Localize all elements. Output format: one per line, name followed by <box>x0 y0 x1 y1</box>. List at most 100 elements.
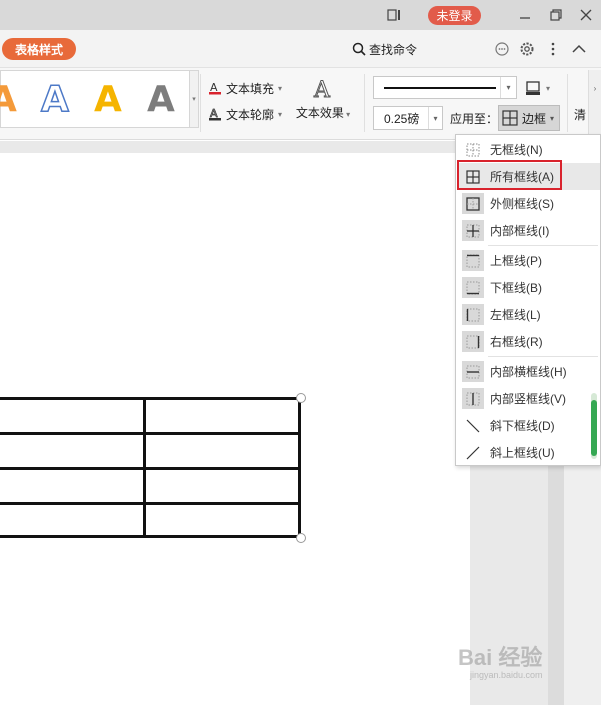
tab-table-style[interactable]: 表格样式 <box>2 38 76 60</box>
clear-button[interactable]: 清 <box>574 106 586 123</box>
menu-item-label: 无框线(N) <box>490 143 543 157</box>
apply-to-label: 应用至： <box>450 112 499 126</box>
menu-item-label: 下框线(B) <box>490 281 542 295</box>
table-border <box>0 397 301 400</box>
table-border <box>298 397 301 538</box>
bottom-border-icon <box>462 277 484 298</box>
collapse-ribbon-icon[interactable] <box>569 39 589 59</box>
border-label: 边框 <box>522 111 547 126</box>
text-outline-label: 文本轮廓 <box>226 107 275 122</box>
menu-item-label: 外侧框线(S) <box>490 197 554 211</box>
no-border-icon <box>462 139 484 160</box>
menu-separator <box>488 356 598 357</box>
text-outline-button[interactable]: A 文本轮廓 ▾ <box>208 104 282 124</box>
menu-item-top-border[interactable]: 上框线(P) <box>457 247 600 274</box>
title-bar: 未登录 <box>0 0 601 30</box>
text-effect-button[interactable]: A 文本效果 ▾ <box>292 76 354 121</box>
watermark: Bai 经验 jingyan.baidu.com <box>458 640 543 680</box>
art-style-yellow[interactable]: A <box>94 79 122 120</box>
art-text-gallery[interactable]: A A A A <box>0 70 190 128</box>
left-border-icon <box>462 304 484 325</box>
more-icon[interactable] <box>543 39 563 59</box>
menu-scrollbar-thumb[interactable] <box>591 400 597 456</box>
resize-handle[interactable] <box>296 393 306 403</box>
minimize-icon[interactable] <box>516 6 534 24</box>
line-color-button[interactable]: ▾ <box>525 77 561 99</box>
menu-item-outside-borders[interactable]: 外侧框线(S) <box>457 190 600 217</box>
art-style-blue-outline[interactable]: A <box>40 78 69 121</box>
comment-icon[interactable] <box>492 39 512 59</box>
art-style-gray[interactable]: A <box>147 79 175 120</box>
border-button[interactable]: 边框 ▾ <box>498 105 560 131</box>
text-effect-icon: A <box>292 76 354 104</box>
menu-item-label: 右框线(R) <box>490 335 543 349</box>
right-border-icon <box>462 331 484 352</box>
divider <box>364 74 365 132</box>
text-outline-icon: A <box>209 107 221 121</box>
art-style-orange[interactable]: A <box>0 79 17 120</box>
chevron-down-icon: ▾ <box>278 83 283 93</box>
svg-text:A: A <box>313 78 331 102</box>
chevron-down-icon[interactable]: ▾ <box>500 77 516 98</box>
text-fill-button[interactable]: A 文本填充 ▾ <box>208 78 282 98</box>
search-command-label: 查找命令 <box>369 42 418 57</box>
search-command[interactable]: 查找命令 <box>352 39 417 59</box>
menu-item-inside-borders[interactable]: 内部框线(I) <box>457 217 600 244</box>
table-border <box>143 397 146 538</box>
text-effect-label: 文本效果 <box>295 106 344 120</box>
gear-icon[interactable] <box>517 39 537 59</box>
outside-borders-icon <box>462 193 484 214</box>
ribbon: A A A A ▾ A 文本填充 ▾ A 文本轮廓 ▾ A 文本效果 ▾ ▾ ▾… <box>0 68 601 140</box>
menu-item-inside-horizontal-border[interactable]: 内部横框线(H) <box>457 358 600 385</box>
divider <box>200 74 201 132</box>
table-border <box>0 535 301 538</box>
chevron-down-icon[interactable]: ▾ <box>428 107 442 129</box>
all-borders-icon <box>502 110 518 126</box>
inside-borders-icon <box>462 220 484 241</box>
diagonal-up-border-icon <box>462 442 484 463</box>
table-border <box>0 432 301 435</box>
menu-item-bottom-border[interactable]: 下框线(B) <box>457 274 600 301</box>
menu-item-right-border[interactable]: 右框线(R) <box>457 328 600 355</box>
login-button[interactable]: 未登录 <box>428 6 481 25</box>
line-weight-select[interactable]: 0.25磅 ▾ <box>373 106 443 130</box>
chevron-down-icon: ▾ <box>343 110 351 119</box>
restore-icon[interactable] <box>547 6 565 24</box>
chevron-down-icon: ▾ <box>278 109 283 119</box>
menu-item-label: 内部竖框线(V) <box>490 392 566 406</box>
inside-horizontal-border-icon <box>462 361 484 382</box>
top-border-icon <box>462 250 484 271</box>
menu-item-label: 斜下框线(D) <box>490 419 555 433</box>
menu-item-diagonal-down-border[interactable]: 斜下框线(D) <box>457 412 600 439</box>
line-weight-value: 0.25磅 <box>384 111 420 126</box>
document-table[interactable] <box>0 397 301 538</box>
line-style-preview <box>384 87 496 89</box>
menu-separator <box>488 245 598 246</box>
menu-item-inside-vertical-border[interactable]: 内部竖框线(V) <box>457 385 600 412</box>
chevron-down-icon: ▾ <box>546 83 551 93</box>
layout-icon[interactable] <box>385 6 403 24</box>
divider <box>567 74 568 132</box>
table-border <box>0 467 301 470</box>
text-fill-icon: A <box>209 81 221 95</box>
close-icon[interactable] <box>577 6 595 24</box>
pen-color-icon <box>526 81 540 95</box>
table-border <box>0 502 301 505</box>
diagonal-down-border-icon <box>462 415 484 436</box>
menu-item-left-border[interactable]: 左框线(L) <box>457 301 600 328</box>
inside-vertical-border-icon <box>462 388 484 409</box>
chevron-down-icon: ▾ <box>550 113 555 123</box>
menu-item-no-border[interactable]: 无框线(N) <box>457 136 600 163</box>
search-icon <box>352 42 366 56</box>
highlight-annotation <box>457 160 562 190</box>
resize-handle[interactable] <box>296 533 306 543</box>
menu-item-diagonal-up-border[interactable]: 斜上框线(U) <box>457 439 600 466</box>
gallery-expand-button[interactable]: ▾ <box>189 70 199 128</box>
text-fill-label: 文本填充 <box>226 81 275 96</box>
menu-item-label: 左框线(L) <box>490 308 541 322</box>
menu-item-label: 内部横框线(H) <box>490 365 567 379</box>
menu-item-label: 斜上框线(U) <box>490 446 555 460</box>
ribbon-scroll-right[interactable]: › <box>588 70 601 136</box>
line-style-select[interactable]: ▾ <box>373 76 517 99</box>
menu-item-label: 内部框线(I) <box>490 224 550 238</box>
